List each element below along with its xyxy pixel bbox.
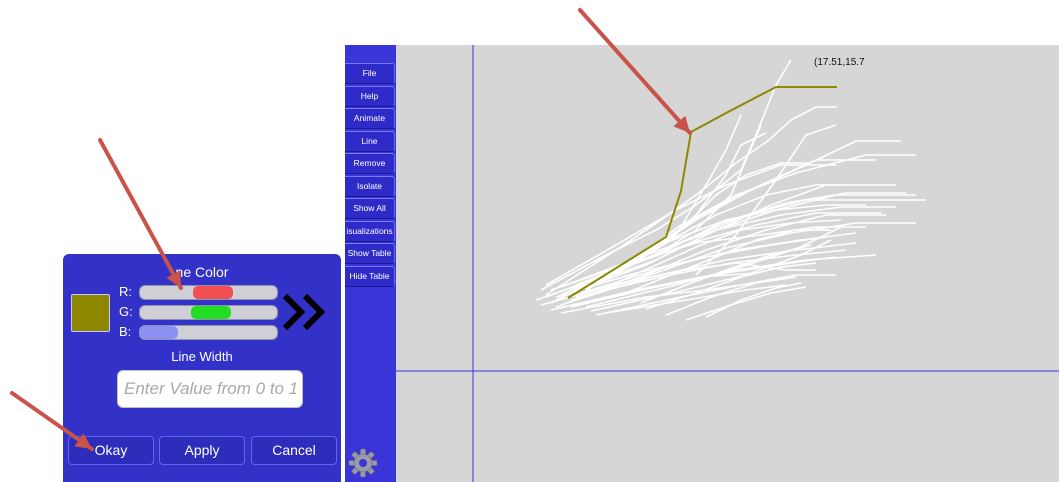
blue-slider[interactable]	[139, 325, 278, 340]
file-button[interactable]: File	[345, 63, 395, 84]
line-width-label: Line Width	[171, 349, 233, 364]
dialog-title: ne Color	[175, 264, 229, 280]
blue-label: B:	[119, 324, 132, 339]
line-color-dialog: ne Color R: G: B: Line Width Okay Apply …	[63, 254, 341, 482]
green-label: G:	[119, 304, 133, 319]
coordinate-readout: (17.51,15.7	[814, 57, 865, 68]
hide-table-button[interactable]: Hide Table	[345, 266, 395, 287]
cancel-button[interactable]: Cancel	[251, 436, 337, 465]
line-button[interactable]: Line	[345, 131, 395, 152]
green-slider[interactable]	[139, 305, 278, 320]
highlighted-line[interactable]	[567, 86, 837, 299]
green-slider-knob[interactable]	[191, 306, 232, 319]
red-slider[interactable]	[139, 285, 278, 300]
show-all-button[interactable]: Show All	[345, 198, 395, 219]
line-width-input[interactable]	[117, 370, 303, 408]
red-slider-knob[interactable]	[193, 286, 234, 299]
plot-area[interactable]: (17.51,15.7	[396, 45, 1059, 482]
okay-button[interactable]: Okay	[68, 436, 154, 465]
visualizations-button[interactable]: isualizations	[345, 221, 395, 242]
isolate-button[interactable]: Isolate	[345, 176, 395, 197]
apply-button[interactable]: Apply	[159, 436, 245, 465]
blue-slider-knob[interactable]	[140, 326, 178, 339]
red-label: R:	[119, 284, 132, 299]
remove-button[interactable]: Remove	[345, 153, 395, 174]
show-table-button[interactable]: Show Table	[345, 243, 395, 264]
line-plot[interactable]: (17.51,15.7	[396, 45, 1059, 482]
gear-icon[interactable]	[348, 448, 378, 478]
double-chevron-right-icon[interactable]	[281, 292, 329, 332]
tool-sidebar: File Help Animate Line Remove Isolate Sh…	[345, 45, 396, 482]
help-button[interactable]: Help	[345, 86, 395, 107]
color-swatch	[71, 294, 110, 332]
animate-button[interactable]: Animate	[345, 108, 395, 129]
